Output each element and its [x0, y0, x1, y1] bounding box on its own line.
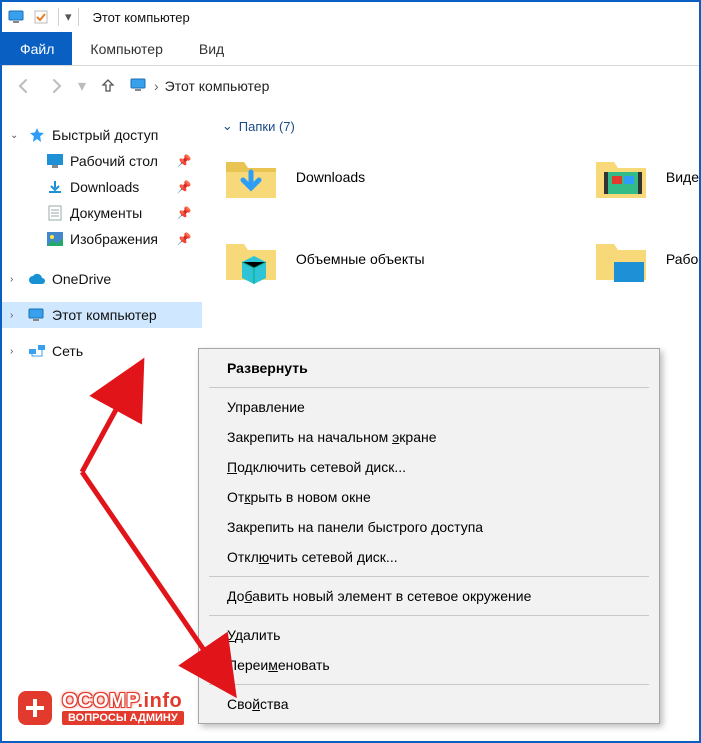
expand-icon[interactable]: › — [10, 310, 22, 321]
menu-disconnect-drive[interactable]: Отключить сетевой диск... — [199, 542, 659, 572]
download-arrow-icon — [46, 178, 64, 196]
watermark-brand: OCOMP — [62, 690, 137, 712]
pin-icon: 📌 — [177, 206, 192, 220]
tree-desktop[interactable]: Рабочий стол 📌 — [2, 148, 202, 174]
pc-icon — [28, 306, 46, 324]
properties-icon[interactable] — [30, 6, 52, 28]
menu-map-drive[interactable]: Подключить сетевой диск... — [199, 452, 659, 482]
expand-icon[interactable]: › — [10, 274, 22, 285]
tree-quick-access[interactable]: ⌄ Быстрый доступ — [2, 122, 202, 148]
desktop-folder-icon — [592, 230, 650, 288]
folder-label: Виде — [666, 169, 699, 185]
tree-label: Изображения — [70, 231, 158, 247]
folder-downloads[interactable]: Downloads — [222, 148, 502, 206]
tree-network[interactable]: › Сеть — [2, 338, 202, 364]
nav-forward-icon[interactable] — [42, 72, 70, 100]
nav-tree: ⌄ Быстрый доступ Рабочий стол 📌 Download… — [2, 106, 202, 741]
tab-computer[interactable]: Компьютер — [72, 32, 180, 65]
downloads-folder-icon — [222, 148, 280, 206]
collapse-icon[interactable]: ⌄ — [10, 130, 22, 141]
menu-delete[interactable]: Удалить — [199, 620, 659, 650]
folder-videos[interactable]: Виде — [592, 148, 699, 206]
address-bar[interactable]: › Этот компьютер — [130, 77, 269, 96]
folder-label: Объемные объекты — [296, 251, 425, 267]
network-icon — [28, 342, 46, 360]
3d-folder-icon — [222, 230, 280, 288]
folder-label: Downloads — [296, 169, 365, 185]
ribbon-tabs: Файл Компьютер Вид — [2, 32, 699, 66]
tree-label: Этот компьютер — [52, 307, 157, 323]
nav-up-icon[interactable] — [94, 72, 122, 100]
tab-view[interactable]: Вид — [181, 32, 242, 65]
videos-folder-icon — [592, 148, 650, 206]
expand-icon[interactable]: › — [10, 346, 22, 357]
desktop-icon — [46, 152, 64, 170]
group-header-folders[interactable]: ⌄ Папки (7) — [222, 118, 699, 134]
menu-pin-quick-access[interactable]: Закрепить на панели быстрого доступа — [199, 512, 659, 542]
pictures-icon — [46, 230, 64, 248]
tree-label: Быстрый доступ — [52, 127, 158, 143]
pc-icon — [130, 77, 148, 96]
title-bar: ▾ Этот компьютер — [2, 2, 699, 32]
tree-label: Документы — [70, 205, 142, 221]
qat-dropdown-icon[interactable]: ▾ — [65, 9, 72, 25]
tree-label: OneDrive — [52, 271, 111, 287]
pc-icon[interactable] — [6, 6, 28, 28]
watermark: OCOMP.info ВОПРОСЫ АДМИНУ — [18, 690, 184, 725]
tree-label: Рабочий стол — [70, 153, 158, 169]
watermark-sub: ВОПРОСЫ АДМИНУ — [62, 711, 184, 725]
tree-label: Сеть — [52, 343, 83, 359]
nav-history-dropdown-icon[interactable]: ▾ — [74, 72, 90, 100]
cloud-icon — [28, 270, 46, 288]
menu-manage[interactable]: Управление — [199, 392, 659, 422]
tree-downloads[interactable]: Downloads 📌 — [2, 174, 202, 200]
menu-rename[interactable]: Переименовать — [199, 650, 659, 680]
tree-onedrive[interactable]: › OneDrive — [2, 266, 202, 292]
collapse-icon: ⌄ — [222, 118, 233, 134]
context-menu: Развернуть Управление Закрепить на начал… — [198, 348, 660, 724]
address-text: Этот компьютер — [165, 78, 270, 94]
quick-access-toolbar — [6, 6, 52, 28]
nav-row: ▾ › Этот компьютер — [2, 66, 699, 106]
plus-icon — [18, 691, 52, 725]
menu-add-network-location[interactable]: Добавить новый элемент в сетевое окружен… — [199, 581, 659, 611]
pin-icon: 📌 — [177, 154, 192, 168]
folder-3d-objects[interactable]: Объемные объекты — [222, 230, 502, 288]
menu-expand[interactable]: Развернуть — [199, 353, 659, 383]
chevron-right-icon: › — [154, 78, 159, 94]
star-icon — [28, 126, 46, 144]
tree-pictures[interactable]: Изображения 📌 — [2, 226, 202, 252]
folder-desktop[interactable]: Рабо — [592, 230, 698, 288]
tree-documents[interactable]: Документы 📌 — [2, 200, 202, 226]
tree-this-pc[interactable]: › Этот компьютер — [2, 302, 202, 328]
group-header-label: Папки (7) — [239, 119, 295, 134]
window-title: Этот компьютер — [93, 10, 190, 25]
document-icon — [46, 204, 64, 222]
menu-properties[interactable]: Свойства — [199, 689, 659, 719]
folder-label: Рабо — [666, 251, 698, 267]
menu-pin-start[interactable]: Закрепить на начальном экране — [199, 422, 659, 452]
nav-back-icon[interactable] — [10, 72, 38, 100]
tab-file[interactable]: Файл — [2, 32, 72, 65]
menu-open-new-window[interactable]: Открыть в новом окне — [199, 482, 659, 512]
pin-icon: 📌 — [177, 180, 192, 194]
pin-icon: 📌 — [177, 232, 192, 246]
tree-label: Downloads — [70, 179, 139, 195]
watermark-brand-suffix: .info — [137, 690, 182, 712]
